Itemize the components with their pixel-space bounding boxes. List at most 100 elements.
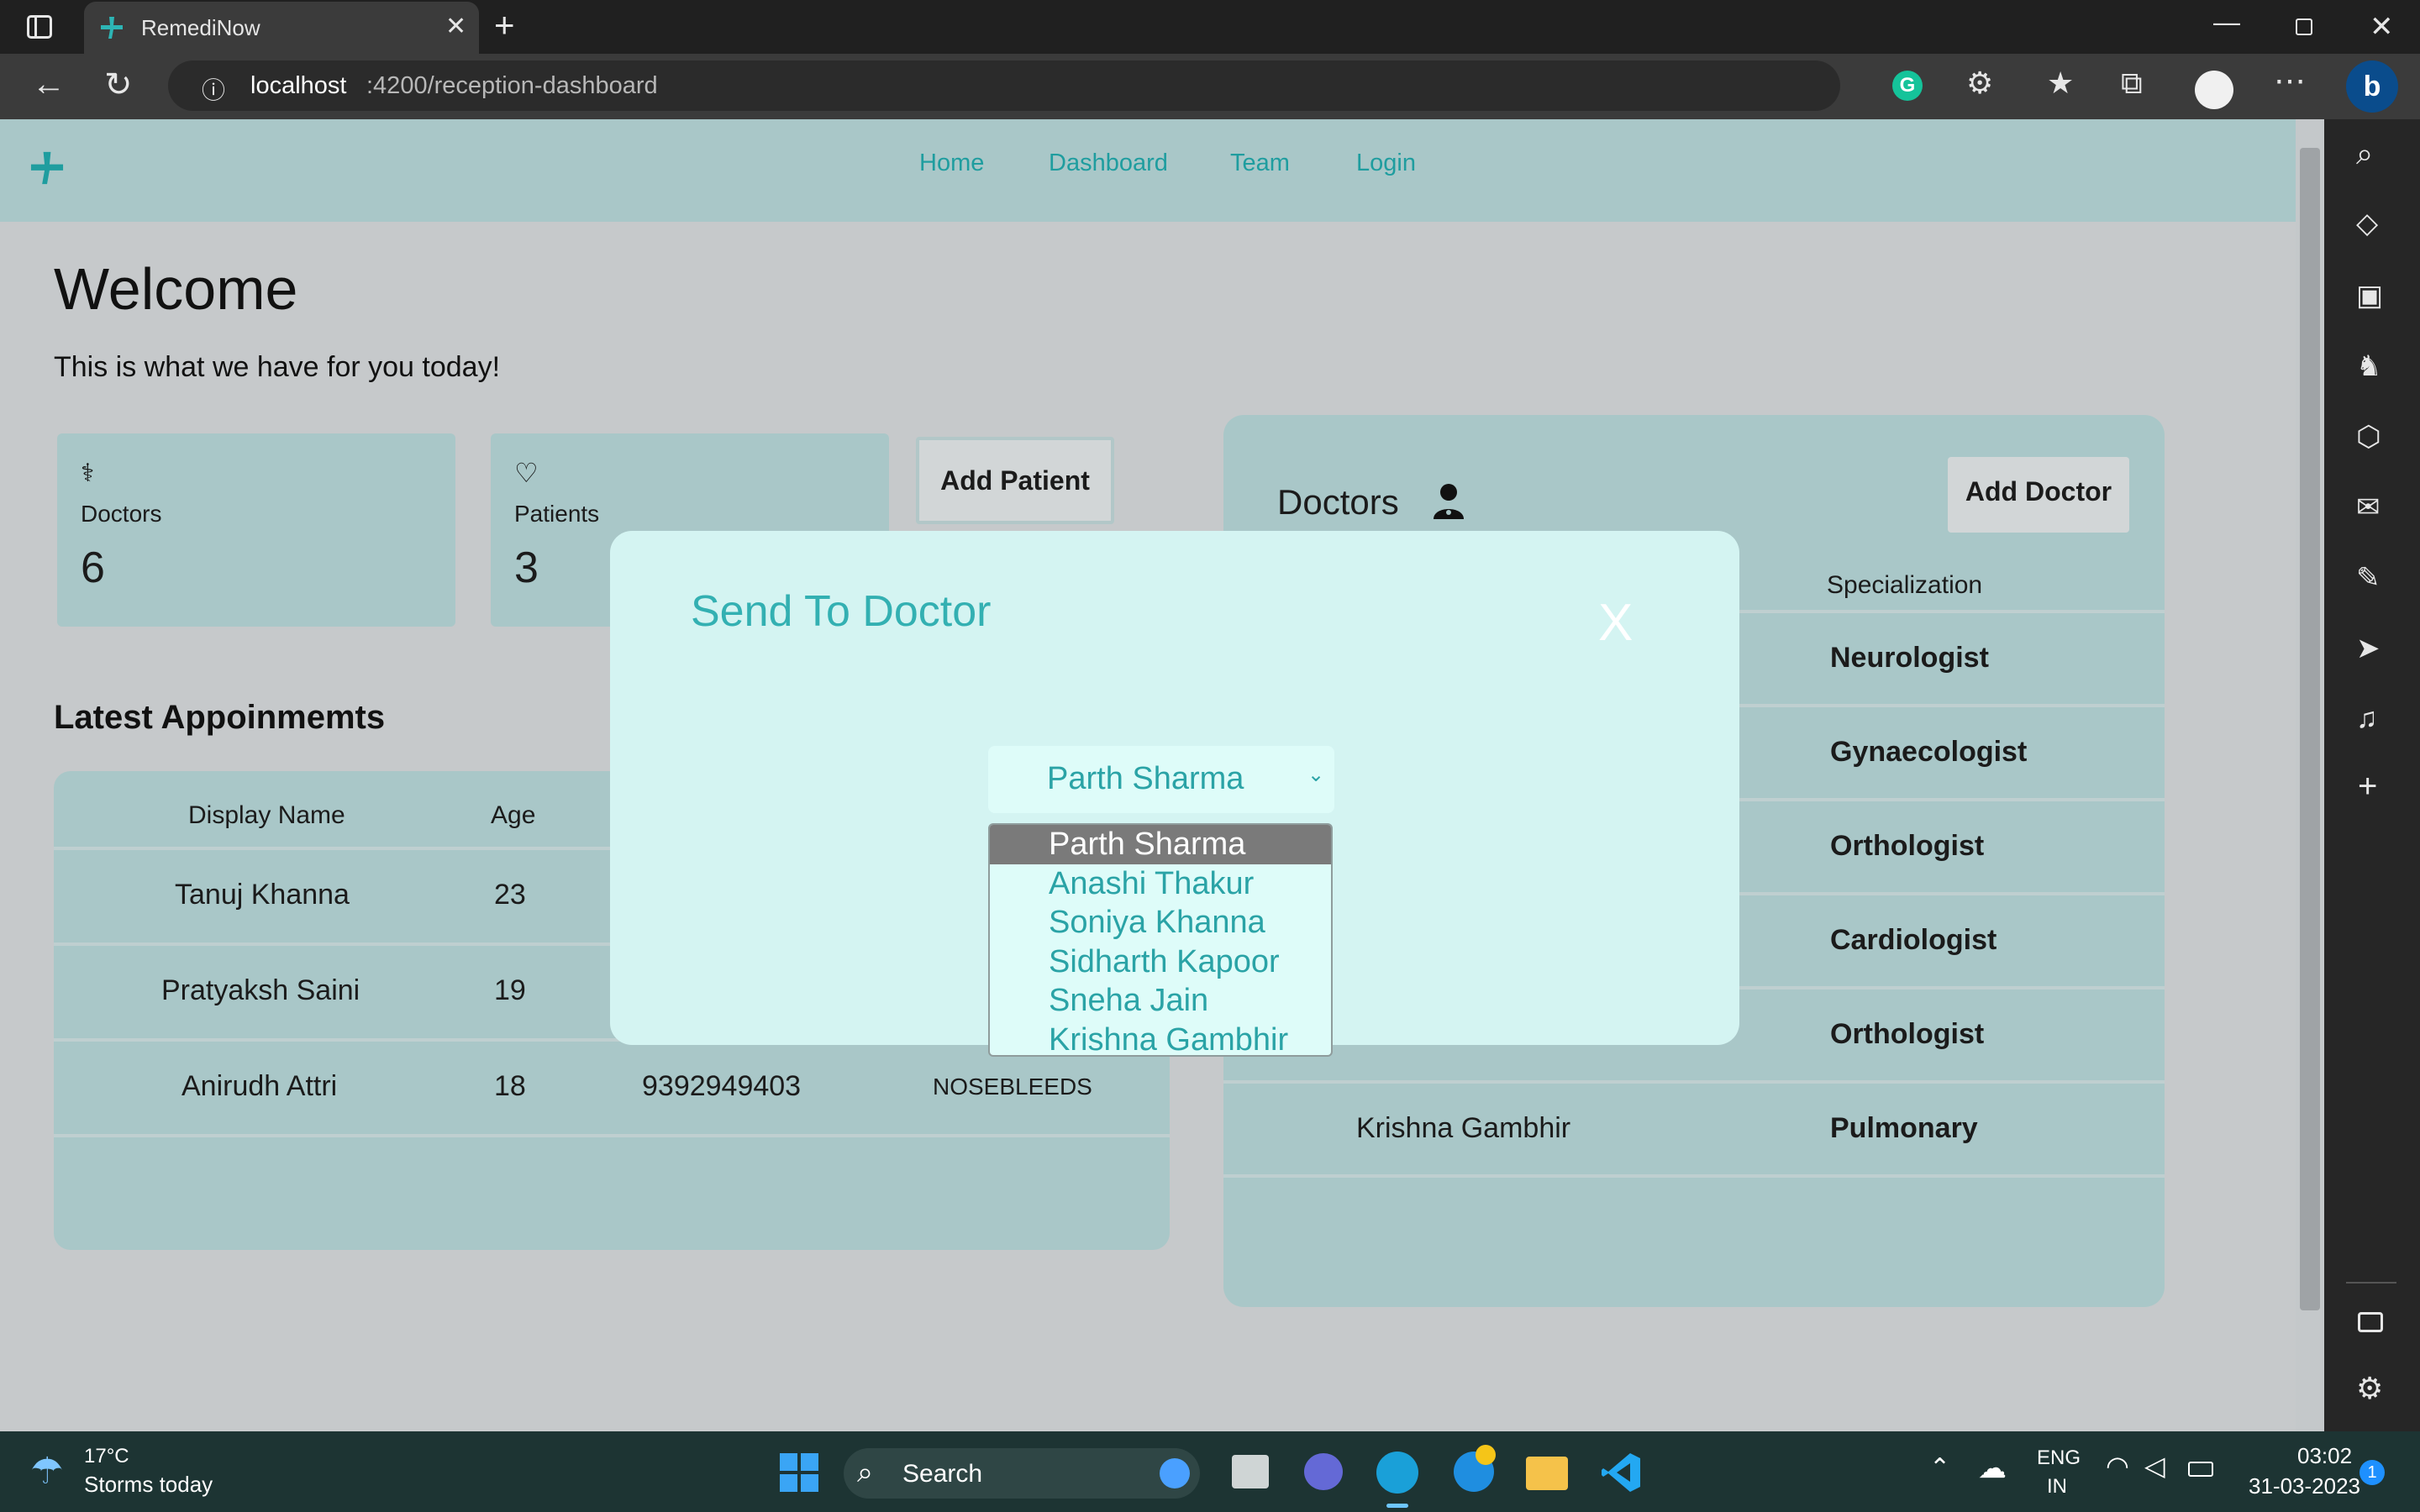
tab-title: RemediNow [141, 15, 260, 40]
dropdown-option[interactable]: Sneha Jain [990, 981, 1331, 1021]
language-region[interactable]: IN [2047, 1475, 2067, 1499]
taskbar-search-label: Search [902, 1460, 983, 1488]
dropdown-option[interactable]: Sidharth Kapoor [990, 942, 1331, 982]
doctor-specialization: Gynaecologist [1830, 736, 2028, 768]
clock-date[interactable]: 31-03-2023 [2249, 1473, 2360, 1499]
appointments-header-name: Display Name [188, 801, 345, 829]
dropdown-option[interactable]: Parth Sharma [990, 825, 1331, 864]
browser-tab[interactable]: RemediNow ✕ [84, 2, 479, 54]
minimize-icon[interactable]: — [2213, 7, 2240, 38]
modal-title: Send To Doctor [691, 587, 992, 636]
collections-icon[interactable]: ⧉ [2121, 66, 2143, 102]
sidebar-image-icon[interactable]: ✎ [2356, 561, 2381, 595]
url-field[interactable]: ⓘ localhost :4200/reception-dashboard [168, 60, 1840, 111]
edge-sidebar: ⌕ ◇ ▣ ♞ ⬡ ✉ ✎ ➤ ♫ + ⚙ [2324, 119, 2420, 1431]
extensions-icon[interactable]: ⚙ [1966, 66, 1993, 101]
doctor-select[interactable]: Parth Sharma ⌄ [988, 746, 1334, 813]
doctor-specialization: Neurologist [1830, 642, 1989, 674]
add-doctor-button[interactable]: Add Doctor [1948, 457, 2129, 533]
new-tab-icon[interactable]: + [494, 5, 515, 45]
welcome-title: Welcome [54, 256, 298, 322]
table-row[interactable]: Krishna Gambhir Pulmonary [1223, 1084, 2165, 1174]
notification-badge[interactable]: 1 [2360, 1460, 2385, 1485]
restore-icon[interactable] [2296, 18, 2312, 35]
window-close-icon[interactable]: ✕ [2370, 10, 2394, 44]
taskbar-search-box[interactable]: ⌕ Search [844, 1448, 1200, 1499]
site-navbar: Home Dashboard Team Login [0, 119, 2296, 222]
file-explorer-icon[interactable] [1526, 1457, 1568, 1490]
doctors-panel-title: Doctors [1277, 482, 1399, 522]
doctors-header-specialization: Specialization [1827, 571, 1983, 599]
sidebar-add-icon[interactable]: + [2358, 768, 2377, 806]
doctor-name: Krishna Gambhir [1356, 1112, 1571, 1144]
back-icon[interactable]: ← [32, 66, 66, 103]
active-app-indicator [1386, 1504, 1408, 1508]
site-favicon-icon [99, 15, 124, 40]
help-badge-icon [1476, 1445, 1496, 1465]
tab-actions-icon[interactable] [27, 15, 52, 39]
patient-name: Pratyaksh Saini [161, 974, 360, 1006]
bing-icon[interactable]: b [2346, 60, 2398, 113]
appointments-header-age: Age [491, 801, 536, 829]
sidebar-tag-icon[interactable]: ◇ [2356, 207, 2378, 240]
sidebar-outlook-icon[interactable]: ✉ [2356, 491, 2381, 524]
wifi-icon[interactable]: ◠ [2106, 1450, 2129, 1482]
teams-chat-icon[interactable] [1304, 1453, 1343, 1490]
sidebar-settings-icon[interactable]: ⚙ [2356, 1371, 2383, 1406]
vscode-icon[interactable] [1600, 1452, 1642, 1494]
sidebar-office-icon[interactable]: ⬡ [2356, 420, 2381, 454]
row-divider [1223, 1174, 2165, 1178]
scrollbar-thumb[interactable] [2300, 148, 2320, 1310]
refresh-icon[interactable]: ↻ [104, 66, 133, 104]
row-divider [54, 1134, 1170, 1137]
url-path: :4200/reception-dashboard [366, 72, 658, 99]
add-patient-button[interactable]: Add Patient [916, 437, 1114, 524]
volume-icon[interactable]: ◁ [2144, 1450, 2165, 1482]
edge-app-icon[interactable] [1376, 1452, 1418, 1494]
profile-avatar[interactable] [2195, 71, 2233, 109]
nav-home[interactable]: Home [919, 150, 984, 177]
doctor-icon [1432, 482, 1465, 521]
nav-dashboard[interactable]: Dashboard [1049, 150, 1168, 177]
battery-icon[interactable] [2188, 1462, 2213, 1477]
modal-close-button[interactable]: X [1598, 593, 1633, 653]
sidebar-search-icon[interactable]: ⌕ [2356, 136, 2373, 172]
onedrive-icon[interactable]: ☁ [1978, 1452, 2007, 1485]
show-hidden-icons[interactable]: ⌃ [1929, 1453, 1950, 1483]
task-view-icon[interactable] [1232, 1455, 1269, 1488]
weather-icon[interactable]: ☂ [30, 1450, 63, 1493]
language-code[interactable]: ENG [2037, 1446, 2081, 1470]
sidebar-games-icon[interactable]: ♞ [2356, 349, 2381, 383]
dropdown-option[interactable]: Soniya Khanna [990, 903, 1331, 942]
stethoscope-icon: ⚕ [81, 459, 95, 488]
more-menu-icon[interactable]: ⋯ [2274, 62, 2306, 100]
heart-icon: ♡ [514, 457, 539, 489]
weather-desc: Storms today [84, 1472, 213, 1497]
bing-search-icon[interactable] [1160, 1458, 1190, 1488]
doctor-select-value: Parth Sharma [1047, 761, 1244, 796]
clock-time[interactable]: 03:02 [2297, 1443, 2352, 1469]
site-logo-icon[interactable] [29, 150, 66, 186]
patient-age: 18 [494, 1070, 526, 1102]
browser-tab-bar: RemediNow ✕ + — ✕ [0, 0, 2420, 54]
doctor-select-dropdown: Parth Sharma Anashi Thakur Soniya Khanna… [988, 823, 1333, 1057]
doctor-specialization: Orthologist [1830, 830, 1985, 862]
sidebar-bell-icon[interactable]: ♫ [2356, 702, 2378, 735]
site-info-icon[interactable]: ⓘ [202, 72, 225, 106]
patient-age: 23 [494, 879, 526, 911]
nav-login[interactable]: Login [1356, 150, 1416, 177]
sidebar-panel-icon[interactable] [2358, 1312, 2383, 1332]
sidebar-tools-icon[interactable]: ▣ [2356, 279, 2383, 312]
weather-temp: 17°C [84, 1445, 129, 1467]
nav-team[interactable]: Team [1230, 150, 1290, 177]
favorites-icon[interactable]: ★ [2047, 66, 2074, 101]
appointments-title: Latest Appoinmemts [54, 699, 386, 736]
grammarly-icon[interactable]: G [1892, 71, 1923, 101]
dropdown-option[interactable]: Krishna Gambhir [990, 1021, 1331, 1055]
sidebar-send-icon[interactable]: ➤ [2356, 632, 2381, 665]
doctors-stat-card: ⚕ Doctors 6 [57, 433, 455, 627]
windows-start-icon[interactable] [780, 1453, 818, 1492]
sidebar-divider [2346, 1282, 2396, 1284]
dropdown-option[interactable]: Anashi Thakur [990, 864, 1331, 904]
tab-close-icon[interactable]: ✕ [445, 12, 466, 41]
